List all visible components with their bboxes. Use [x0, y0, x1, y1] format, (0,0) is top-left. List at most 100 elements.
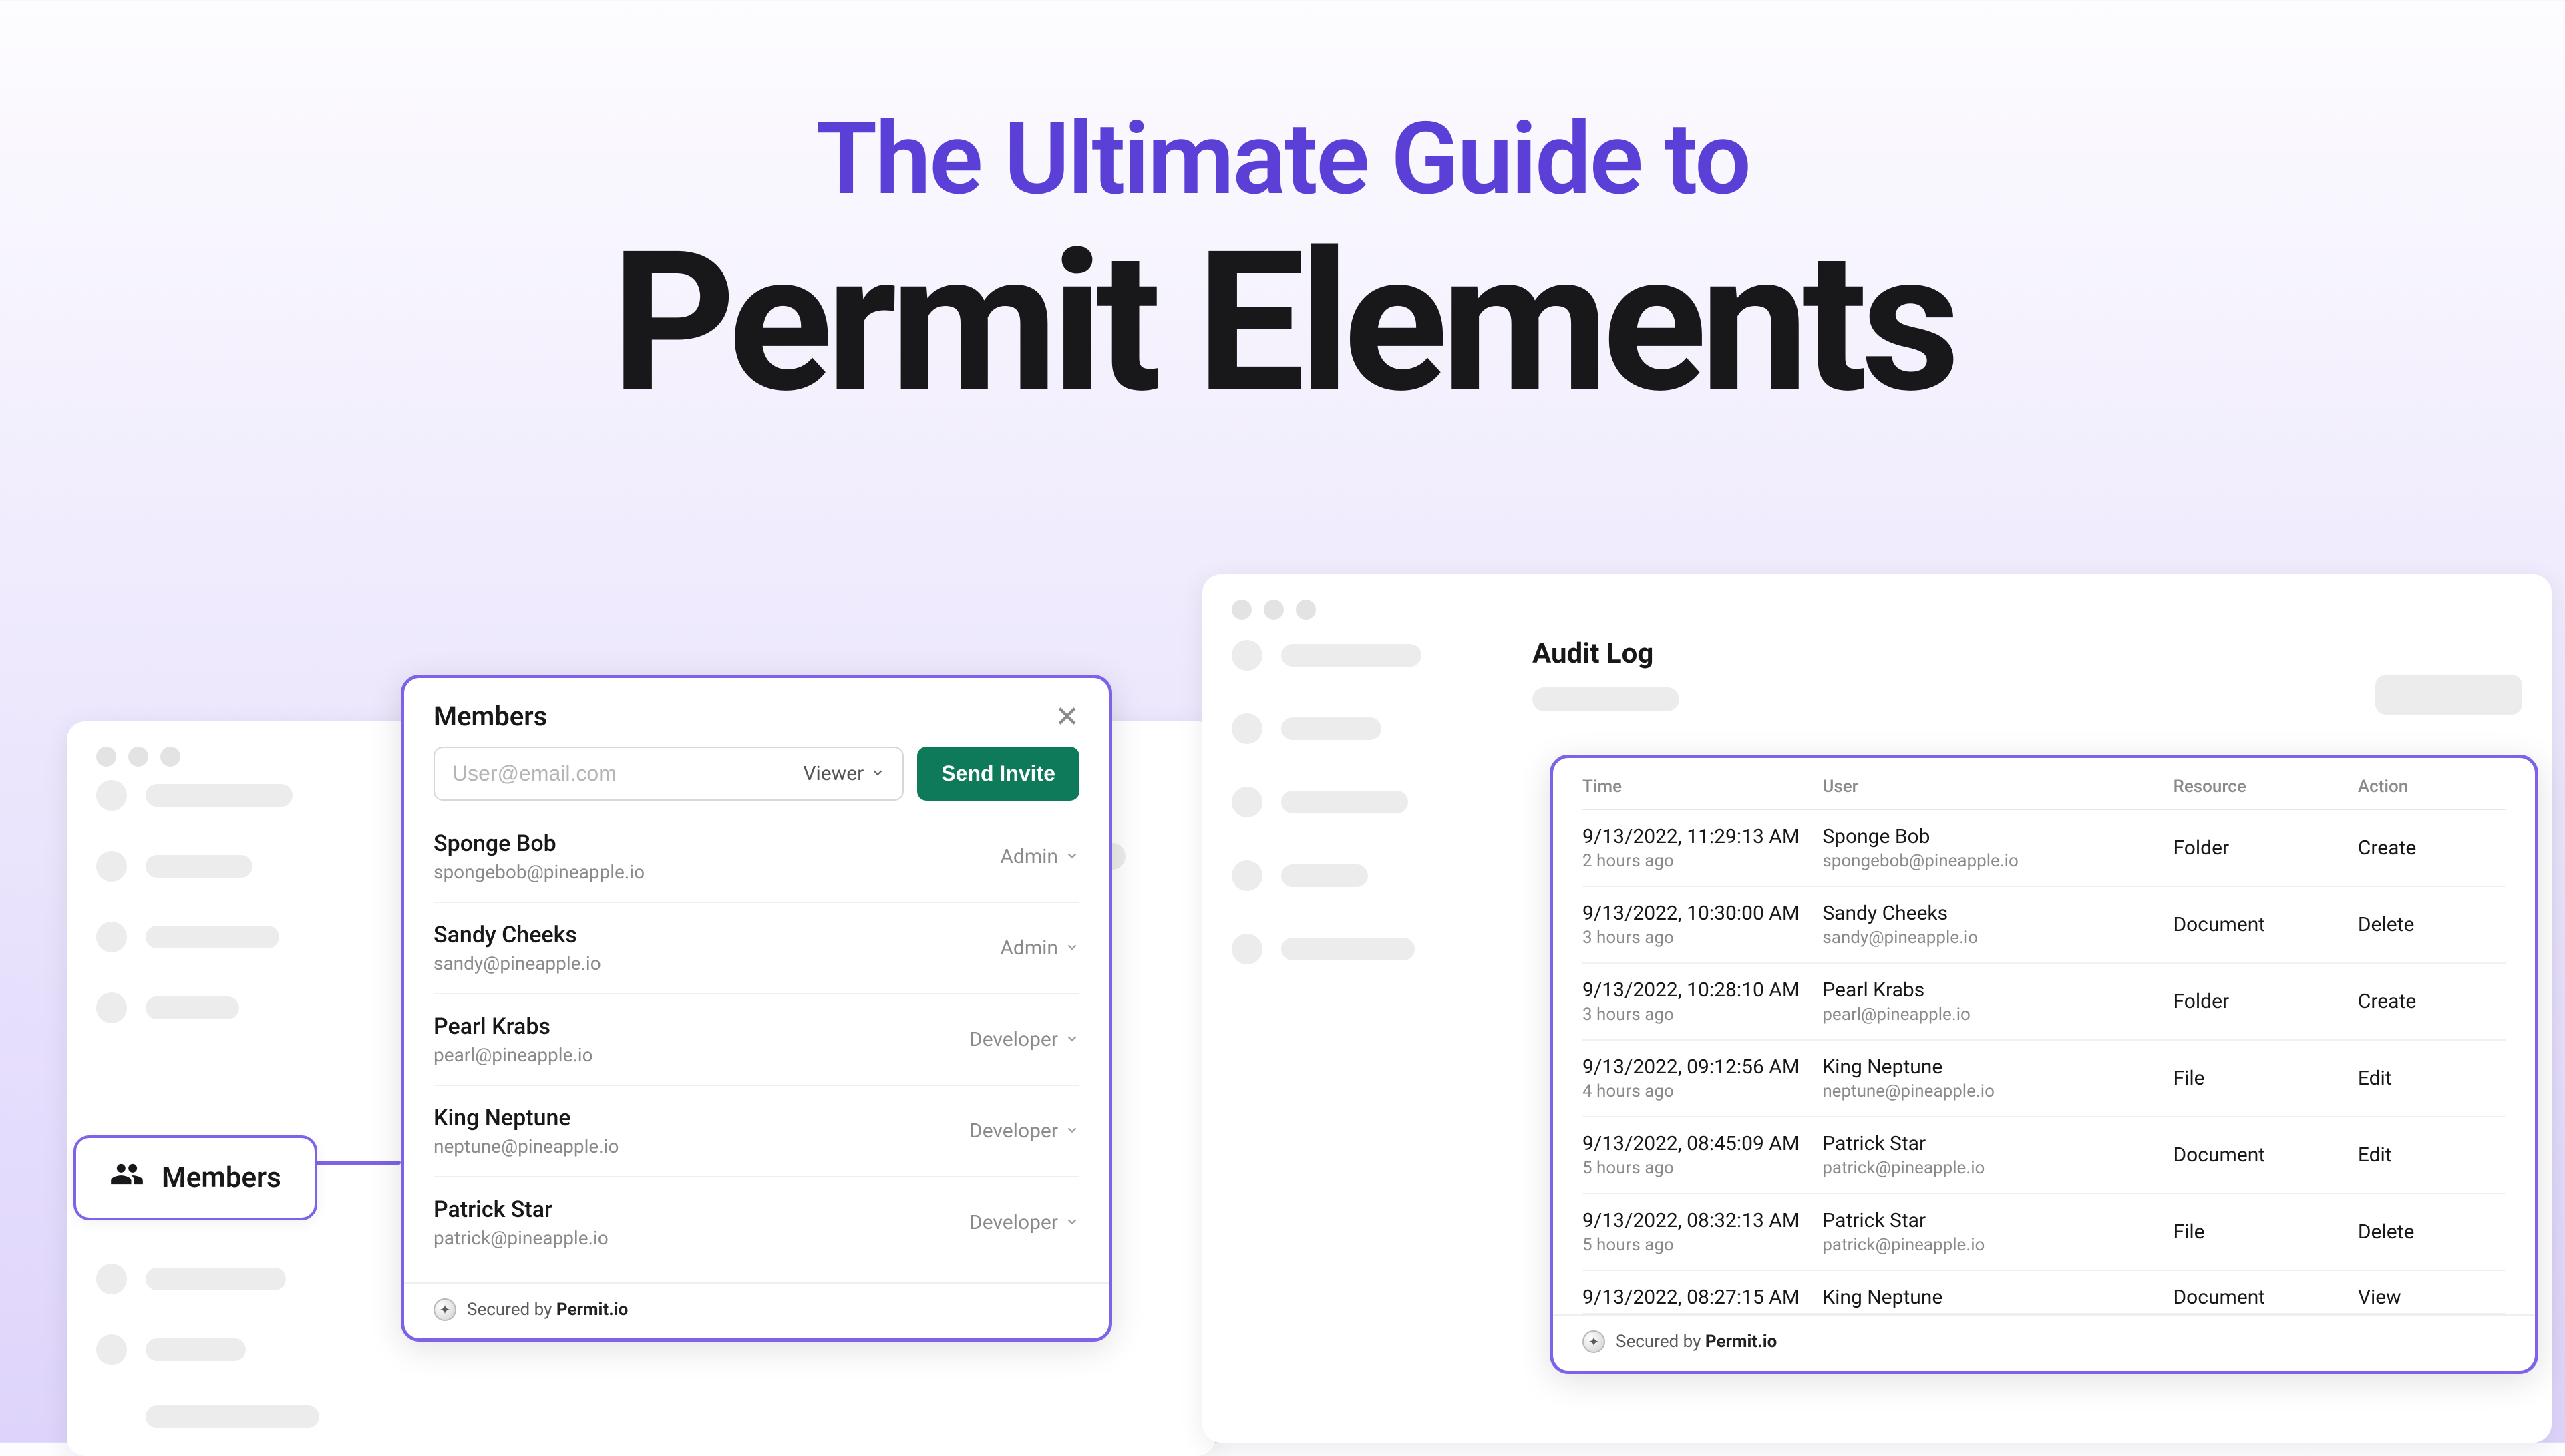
member-role-label: Developer	[969, 1119, 1058, 1143]
cell-user: King Neptune	[1822, 1270, 2173, 1314]
member-name: Sandy Cheeks	[434, 922, 601, 948]
user-name: Patrick Star	[1822, 1209, 2173, 1232]
cell-action: Edit	[2358, 1117, 2506, 1194]
member-identity: Sponge Bob spongebob@pineapple.io	[434, 830, 645, 883]
member-role-select[interactable]: Developer	[969, 1028, 1079, 1051]
cell-time: 9/13/2022, 10:30:00 AM 3 hours ago	[1582, 886, 1822, 963]
cell-time: 9/13/2022, 10:28:10 AM 3 hours ago	[1582, 963, 1822, 1040]
cell-action: Create	[2358, 963, 2506, 1040]
col-user: User	[1822, 758, 2173, 809]
time-value: 9/13/2022, 11:29:13 AM	[1582, 825, 1822, 848]
member-identity: Pearl Krabspearl@pineapple.io	[434, 1013, 593, 1066]
member-email: sandy@pineapple.io	[434, 952, 601, 974]
send-invite-button[interactable]: Send Invite	[917, 747, 1079, 801]
cell-time: 9/13/2022, 08:27:15 AM	[1582, 1270, 1822, 1314]
user-email: pearl@pineapple.io	[1822, 1005, 2173, 1025]
hero: The Ultimate Guide to Permit Elements	[0, 0, 2565, 415]
user-email: neptune@pineapple.io	[1822, 1081, 2173, 1101]
cell-time: 9/13/2022, 08:45:09 AM 5 hours ago	[1582, 1117, 1822, 1194]
user-name: Pearl Krabs	[1822, 978, 2173, 1002]
cell-time: 9/13/2022, 08:32:13 AM 5 hours ago	[1582, 1194, 1822, 1270]
cell-resource: File	[2173, 1040, 2357, 1117]
member-role-label: Admin	[1000, 845, 1058, 868]
cell-action: Delete	[2358, 886, 2506, 963]
cell-user: King Neptuneneptune@pineapple.io	[1822, 1040, 2173, 1117]
user-email: patrick@pineapple.io	[1822, 1235, 2173, 1255]
audit-row: 9/13/2022, 08:32:13 AM 5 hours agoPatrick…	[1582, 1194, 2506, 1270]
invite-email-input[interactable]	[452, 761, 803, 786]
member-email: neptune@pineapple.io	[434, 1135, 619, 1157]
time-ago: 2 hours ago	[1582, 851, 1822, 871]
sidebar-item-label: Members	[162, 1161, 281, 1194]
sidebar-placeholder	[96, 780, 377, 1428]
time-ago: 3 hours ago	[1582, 928, 1822, 948]
time-value: 9/13/2022, 08:32:13 AM	[1582, 1209, 1822, 1232]
shield-icon: ✦	[434, 1298, 456, 1321]
time-value: 9/13/2022, 10:30:00 AM	[1582, 902, 1822, 925]
time-value: 9/13/2022, 08:27:15 AM	[1582, 1286, 1822, 1309]
member-row: Sponge Bob spongebob@pineapple.io Admin	[434, 811, 1079, 903]
col-action: Action	[2358, 758, 2506, 809]
chevron-down-icon	[1065, 1028, 1079, 1051]
cell-action: Edit	[2358, 1040, 2506, 1117]
user-name: Patrick Star	[1822, 1132, 2173, 1155]
cell-user: Sandy Cheekssandy@pineapple.io	[1822, 886, 2173, 963]
member-role-label: Developer	[969, 1211, 1058, 1234]
member-role-select[interactable]: Developer	[969, 1211, 1079, 1234]
audit-table: Time User Resource Action 9/13/2022, 11:…	[1582, 758, 2506, 1314]
member-email: patrick@pineapple.io	[434, 1227, 609, 1249]
audit-row: 9/13/2022, 10:30:00 AM 3 hours agoSandy C…	[1582, 886, 2506, 963]
member-name: King Neptune	[434, 1105, 619, 1131]
audit-row: 9/13/2022, 09:12:56 AM4 hours agoKing Ne…	[1582, 1040, 2506, 1117]
member-row: King Neptune neptune@pineapple.io Develope…	[434, 1086, 1079, 1177]
time-ago: 5 hours ago	[1582, 1158, 1822, 1178]
member-email: spongebob@pineapple.io	[434, 861, 645, 883]
invite-role-label: Viewer	[803, 762, 864, 785]
secured-label: Secured by Permit.io	[1616, 1332, 1777, 1352]
shield-icon: ✦	[1582, 1330, 1605, 1353]
time-ago: 3 hours ago	[1582, 1005, 1822, 1025]
cell-user: Pearl Krabs pearl@pineapple.io	[1822, 963, 2173, 1040]
time-value: 9/13/2022, 10:28:10 AM	[1582, 978, 1822, 1002]
hero-subtitle: The Ultimate Guide to	[0, 100, 2565, 218]
people-icon	[110, 1157, 144, 1199]
col-time: Time	[1582, 758, 1822, 809]
window-controls	[1202, 574, 2552, 633]
cell-time: 9/13/2022, 09:12:56 AM4 hours ago	[1582, 1040, 1822, 1117]
cell-resource: Document	[2173, 1117, 2357, 1194]
member-role-label: Admin	[1000, 936, 1058, 960]
member-role-label: Developer	[969, 1028, 1058, 1051]
member-identity: Patrick Starpatrick@pineapple.io	[434, 1196, 609, 1249]
audit-row: 9/13/2022, 08:45:09 AM 5 hours agoPatrick…	[1582, 1117, 2506, 1194]
user-email: patrick@pineapple.io	[1822, 1158, 2173, 1178]
member-row: Pearl Krabspearl@pineapple.io Developer	[434, 994, 1079, 1086]
user-email: spongebob@pineapple.io	[1822, 851, 2173, 871]
cell-action: View	[2358, 1270, 2506, 1314]
chevron-down-icon	[1065, 845, 1079, 868]
time-value: 9/13/2022, 08:45:09 AM	[1582, 1132, 1822, 1155]
member-name: Sponge Bob	[434, 830, 645, 857]
audit-card: Time User Resource Action 9/13/2022, 11:…	[1550, 755, 2538, 1374]
cell-action: Create	[2358, 809, 2506, 886]
user-email: sandy@pineapple.io	[1822, 928, 2173, 948]
member-identity: King Neptune neptune@pineapple.io	[434, 1105, 619, 1157]
time-ago: 4 hours ago	[1582, 1081, 1822, 1101]
chevron-down-icon	[870, 762, 885, 785]
audit-row: 9/13/2022, 11:29:13 AM2 hours agoSponge …	[1582, 809, 2506, 886]
chevron-down-icon	[1065, 936, 1079, 960]
member-row: Sandy Cheeks sandy@pineapple.io Admin	[434, 903, 1079, 994]
secured-footer: ✦ Secured by Permit.io	[404, 1282, 1109, 1338]
hero-title: Permit Elements	[0, 231, 2565, 415]
member-role-select[interactable]: Admin	[1000, 845, 1079, 868]
member-role-select[interactable]: Developer	[969, 1119, 1079, 1143]
audit-row: 9/13/2022, 08:27:15 AMKing NeptuneDocume…	[1582, 1270, 2506, 1314]
member-name: Pearl Krabs	[434, 1013, 593, 1040]
cell-user: Patrick Star patrick@pineapple.io	[1822, 1194, 2173, 1270]
close-icon[interactable]: ✕	[1055, 702, 1079, 731]
audit-row: 9/13/2022, 10:28:10 AM 3 hours agoPearl K…	[1582, 963, 2506, 1040]
time-ago: 5 hours ago	[1582, 1235, 1822, 1255]
invite-role-select[interactable]: Viewer	[803, 762, 885, 785]
member-role-select[interactable]: Admin	[1000, 936, 1079, 960]
invite-field: Viewer	[434, 747, 904, 801]
sidebar-item-members[interactable]: Members	[73, 1135, 317, 1220]
